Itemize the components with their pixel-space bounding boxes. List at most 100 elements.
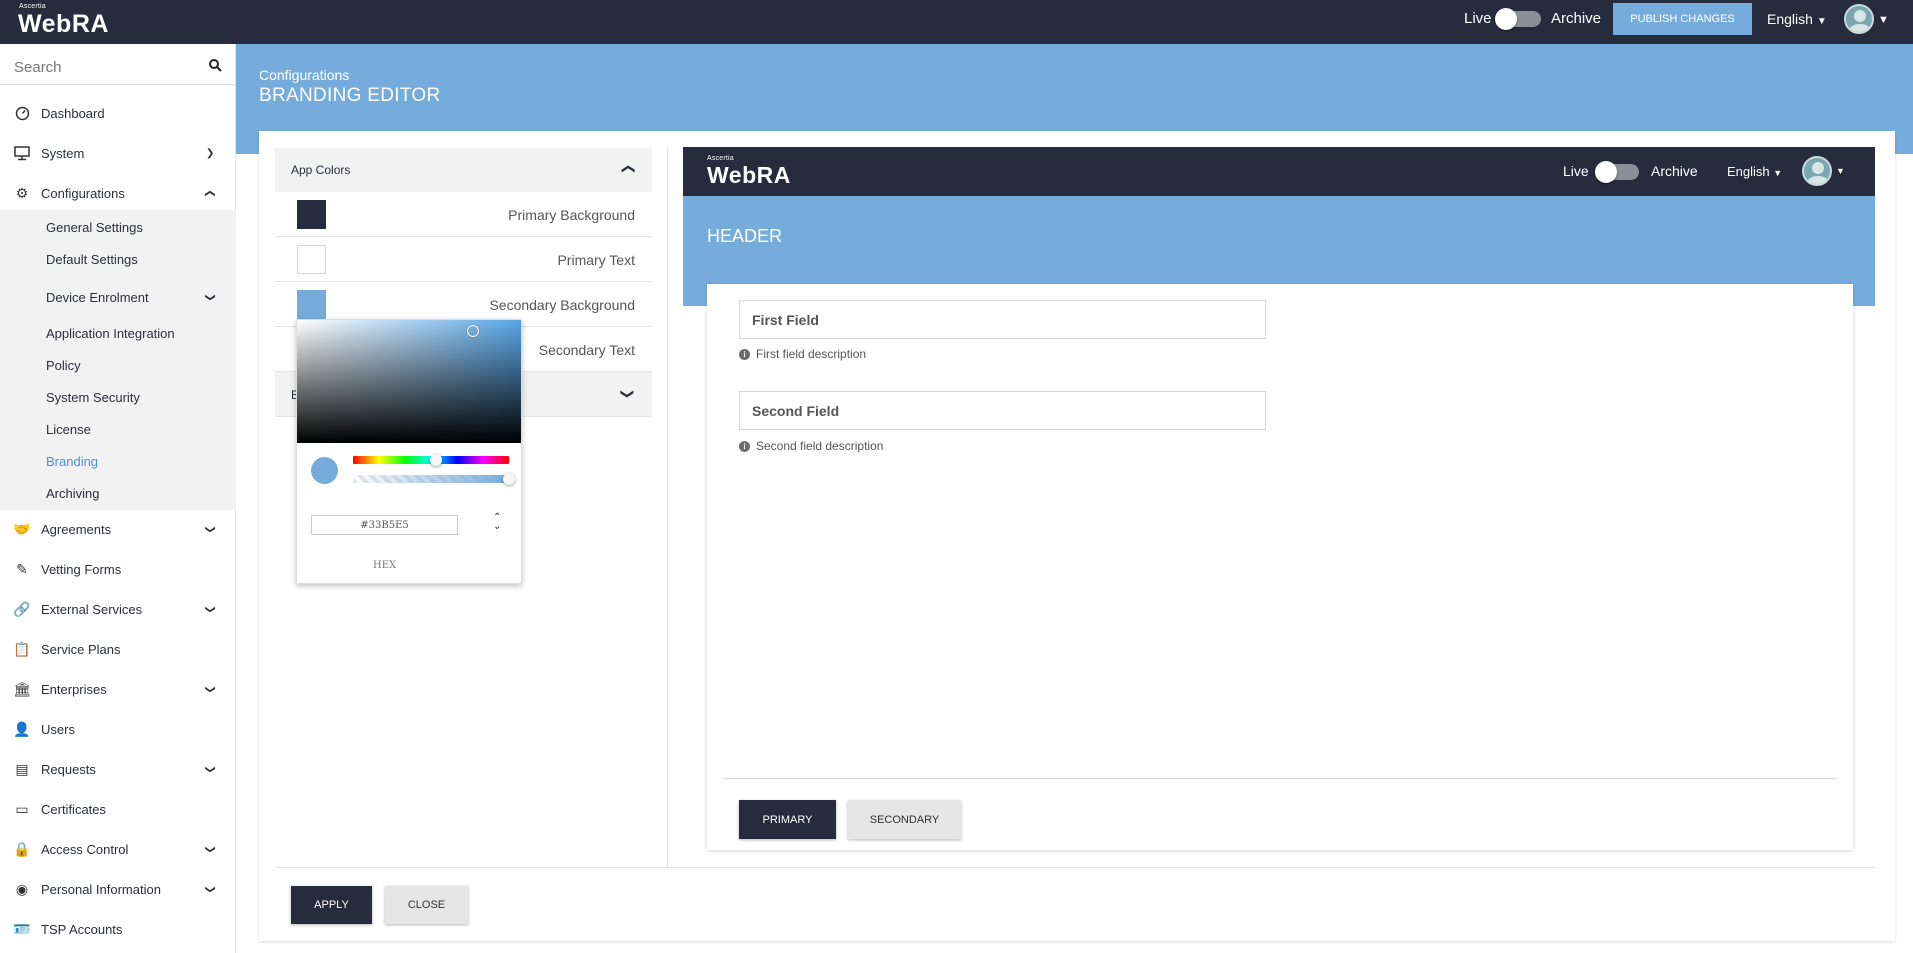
certificate-icon: ▭	[15, 800, 29, 817]
section-title: App Colors	[291, 163, 351, 177]
sidebar-item-personal-information[interactable]: ◉ Personal Information ❯	[0, 872, 236, 906]
preview-avatar	[1802, 156, 1832, 186]
chevron-up-icon: ❯	[204, 188, 216, 198]
current-color-preview	[311, 457, 338, 484]
avatar[interactable]	[1844, 4, 1874, 34]
publish-changes-button[interactable]: PUBLISH CHANGES	[1613, 3, 1752, 35]
user-icon: 👤	[13, 720, 31, 737]
chevron-down-icon: ❯	[204, 604, 216, 614]
sidebar-item-external-services[interactable]: 🔗 External Services ❯	[0, 592, 236, 626]
live-archive-toggle[interactable]	[1495, 8, 1541, 30]
color-picker-popup: ⌃⌄ HEX	[296, 319, 522, 584]
color-label: Secondary Background	[489, 297, 635, 313]
close-button[interactable]: CLOSE	[385, 886, 468, 924]
lock-icon: 🔒	[13, 840, 31, 857]
sidebar-item-access-control[interactable]: 🔒 Access Control ❯	[0, 832, 236, 866]
preview-language: English ▼	[1727, 164, 1782, 179]
toggle-knob	[1595, 161, 1617, 183]
dashboard-icon	[14, 105, 30, 121]
configurations-submenu: General Settings Default Settings Device…	[0, 210, 236, 510]
submenu-item-default-settings[interactable]: Default Settings	[46, 252, 138, 267]
color-swatch[interactable]	[297, 245, 326, 274]
sidebar-item-label: Users	[41, 721, 75, 737]
sidebar-item-service-plans[interactable]: 📋 Service Plans	[0, 632, 236, 666]
sidebar-item-vetting-forms[interactable]: ✎ Vetting Forms	[0, 552, 236, 586]
search-divider	[0, 84, 236, 85]
sidebar-item-certificates[interactable]: ▭ Certificates	[0, 792, 236, 826]
sidebar-item-label: Vetting Forms	[41, 561, 122, 577]
branding-preview: Ascertia WebRA Live Archive English ▼ ▼ …	[683, 147, 1875, 867]
saturation-handle[interactable]	[467, 325, 479, 337]
color-row-primary-background[interactable]: Primary Background	[275, 192, 652, 237]
saturation-area[interactable]	[297, 320, 521, 443]
sidebar-item-agreements[interactable]: 🤝 Agreements ❯	[0, 512, 236, 546]
actions-divider	[275, 867, 1875, 868]
preview-archive-label: Archive	[1651, 163, 1698, 179]
preview-brand-small: Ascertia	[707, 155, 734, 162]
sidebar-item-enterprises[interactable]: 🏛 Enterprises ❯	[0, 672, 236, 706]
chevron-down-icon[interactable]: ❯	[205, 293, 216, 301]
second-field: Second Field	[739, 391, 1266, 430]
color-swatch[interactable]	[297, 200, 326, 229]
chevron-down-icon: ❯	[204, 684, 216, 694]
search-icon[interactable]	[208, 58, 222, 72]
sidebar-item-label: Certificates	[41, 801, 107, 817]
color-label: Primary Background	[508, 207, 635, 223]
color-swatch[interactable]	[297, 290, 326, 319]
sidebar-item-label: TSP Accounts	[41, 921, 123, 937]
submenu-item-device-enrolment[interactable]: Device Enrolment	[46, 290, 149, 305]
bank-icon: 🏛	[13, 680, 31, 697]
clipboard-icon: 📋	[13, 640, 31, 657]
chevron-down-icon: ❯	[204, 524, 216, 534]
submenu-item-application-integration[interactable]: Application Integration	[46, 326, 175, 341]
preview-toggle	[1595, 161, 1639, 183]
sidebar-item-tsp-accounts[interactable]: 🪪 TSP Accounts	[0, 912, 236, 946]
sidebar-item-users[interactable]: 👤 Users	[0, 712, 236, 746]
alpha-slider[interactable]	[353, 475, 509, 483]
language-select[interactable]: English ▼	[1767, 11, 1827, 27]
sidebar-item-system[interactable]: System ❯	[0, 136, 236, 170]
apply-button[interactable]: APPLY	[291, 886, 372, 924]
sidebar-item-configurations[interactable]: ⚙ Configurations ❯	[0, 176, 236, 210]
submenu-item-branding[interactable]: Branding	[46, 454, 98, 469]
person-circle-icon: ◉	[15, 880, 29, 897]
submenu-item-system-security[interactable]: System Security	[46, 390, 140, 405]
chevron-down-icon: ❯	[206, 147, 215, 159]
sidebar-item-label: Agreements	[41, 521, 112, 537]
submenu-item-archiving[interactable]: Archiving	[46, 486, 99, 501]
sidebar-item-requests[interactable]: ▤ Requests ❯	[0, 752, 236, 786]
search-input[interactable]	[14, 56, 194, 78]
submenu-item-policy[interactable]: Policy	[46, 358, 81, 373]
alpha-slider-handle[interactable]	[503, 473, 515, 485]
breadcrumb[interactable]: Configurations	[259, 67, 349, 83]
chevron-up-icon: ❯	[619, 163, 635, 175]
brand-logo: WebRA	[18, 10, 109, 38]
field-description-text: First field description	[756, 347, 867, 361]
hue-slider-handle[interactable]	[429, 454, 442, 466]
preview-form-card: First Field i First field description Se…	[707, 284, 1853, 850]
chevron-down-icon: ▼	[1773, 168, 1783, 178]
page-title: BRANDING EDITOR	[259, 85, 441, 106]
sidebar-item-label: External Services	[41, 601, 143, 617]
submenu-item-general-settings[interactable]: General Settings	[46, 220, 143, 235]
chevron-down-icon[interactable]: ▼	[1878, 14, 1889, 26]
link-icon: 🔗	[13, 600, 31, 617]
color-row-primary-text[interactable]: Primary Text	[275, 237, 652, 282]
hex-input[interactable]	[311, 515, 458, 535]
info-icon: i	[739, 348, 750, 360]
preview-top-bar: Ascertia WebRA Live Archive English ▼ ▼	[683, 147, 1875, 196]
id-card-icon: 🪪	[13, 920, 31, 937]
color-label: Primary Text	[557, 252, 635, 268]
chevron-down-icon: ❯	[204, 764, 216, 774]
submenu-item-license[interactable]: License	[46, 422, 91, 437]
format-toggle-icon[interactable]: ⌃ ⌄	[493, 513, 501, 532]
first-field: First Field	[739, 300, 1266, 339]
field-label: Second Field	[752, 403, 840, 419]
chevron-down-icon: ▼	[1836, 166, 1845, 176]
monitor-icon	[14, 145, 30, 161]
preview-divider	[724, 778, 1836, 779]
sidebar-item-label: Access Control	[41, 841, 129, 857]
sidebar-item-dashboard[interactable]: Dashboard	[0, 96, 236, 130]
app-colors-section-header[interactable]: App Colors ❯	[275, 148, 652, 192]
handshake-icon: 🤝	[13, 520, 31, 537]
